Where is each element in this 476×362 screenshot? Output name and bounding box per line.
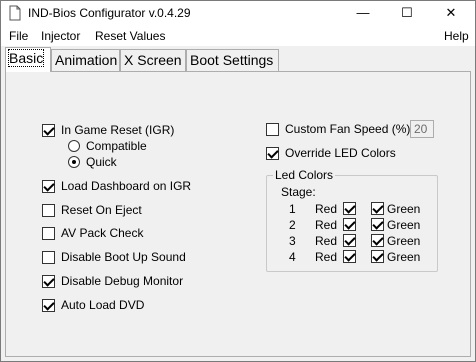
disable-boot-sound-label: Disable Boot Up Sound: [61, 250, 186, 264]
igr-compatible-radio[interactable]: Compatible: [68, 138, 147, 154]
override-led-label: Override LED Colors: [285, 146, 396, 160]
red-label: Red: [315, 250, 338, 264]
disable-debug-monitor-label: Disable Debug Monitor: [61, 274, 184, 288]
igr-checkbox[interactable]: In Game Reset (IGR): [42, 122, 174, 138]
load-dashboard-box[interactable]: [42, 179, 55, 193]
tab-boot-settings-label: Boot Settings: [190, 52, 274, 68]
disable-debug-monitor-checkbox[interactable]: Disable Debug Monitor: [42, 273, 183, 289]
stage1-green-checkbox[interactable]: [371, 202, 384, 215]
auto-load-dvd-checkbox[interactable]: Auto Load DVD: [42, 297, 144, 313]
tab-basic-label: Basic: [7, 49, 45, 67]
custom-fan-speed-box[interactable]: [266, 122, 279, 136]
basic-tab-panel: In Game Reset (IGR) Compatible Quick Loa…: [5, 71, 471, 357]
fan-speed-input[interactable]: [410, 120, 434, 138]
auto-load-dvd-label: Auto Load DVD: [61, 298, 145, 312]
stage3-green-checkbox[interactable]: [371, 234, 384, 247]
tab-strip: Basic Animation X Screen Boot Settings: [1, 46, 475, 72]
disable-boot-sound-checkbox[interactable]: Disable Boot Up Sound: [42, 249, 186, 265]
stage4-green-checkbox[interactable]: [371, 250, 384, 263]
red-label: Red: [315, 234, 338, 248]
reset-on-eject-label: Reset On Eject: [61, 203, 142, 217]
override-led-checkbox[interactable]: Override LED Colors: [266, 145, 396, 161]
tab-x-screen[interactable]: X Screen: [120, 49, 186, 71]
stage-number: 1: [289, 202, 296, 216]
load-dashboard-label: Load Dashboard on IGR: [61, 179, 192, 193]
compatible-label: Compatible: [86, 139, 147, 153]
led-colors-group: Led Colors Stage: 1 Red Green 2 Red Gree…: [266, 168, 438, 272]
led-colors-title: Led Colors: [273, 168, 336, 182]
stage4-red-checkbox[interactable]: [343, 250, 356, 263]
load-dashboard-checkbox[interactable]: Load Dashboard on IGR: [42, 178, 191, 194]
auto-load-dvd-box[interactable]: [42, 298, 55, 312]
stage2-red-checkbox[interactable]: [343, 218, 356, 231]
app-window: IND-Bios Configurator v.0.4.29 — ☐ ✕ Fil…: [0, 0, 476, 362]
window-title: IND-Bios Configurator v.0.4.29: [28, 6, 191, 20]
menu-injector[interactable]: Injector: [41, 29, 80, 43]
green-label: Green: [387, 202, 421, 216]
quick-label: Quick: [86, 155, 117, 169]
compatible-radio-dot[interactable]: [68, 140, 80, 152]
stage-number: 4: [289, 250, 296, 264]
igr-quick-radio[interactable]: Quick: [68, 154, 117, 170]
menu-help[interactable]: Help: [444, 29, 469, 43]
menu-file[interactable]: File: [9, 29, 28, 43]
av-pack-check-label: AV Pack Check: [61, 226, 144, 240]
reset-on-eject-box[interactable]: [42, 203, 55, 217]
red-label: Red: [315, 218, 338, 232]
menu-bar: File Injector Reset Values Help: [1, 26, 475, 46]
av-pack-check-box[interactable]: [42, 226, 55, 240]
green-label: Green: [387, 234, 421, 248]
menu-reset-values[interactable]: Reset Values: [95, 29, 165, 43]
red-label: Red: [315, 202, 338, 216]
green-label: Green: [387, 250, 421, 264]
quick-radio-dot[interactable]: [68, 156, 80, 168]
stage1-red-checkbox[interactable]: [343, 202, 356, 215]
stage2-green-checkbox[interactable]: [371, 218, 384, 231]
tab-x-screen-label: X Screen: [124, 52, 182, 68]
disable-debug-monitor-box[interactable]: [42, 274, 55, 288]
tab-boot-settings[interactable]: Boot Settings: [186, 49, 279, 71]
tab-basic[interactable]: Basic: [5, 47, 51, 72]
tab-animation[interactable]: Animation: [51, 49, 120, 71]
av-pack-check-checkbox[interactable]: AV Pack Check: [42, 225, 143, 241]
stage-label: Stage:: [281, 185, 316, 199]
file-icon: [9, 5, 21, 21]
custom-fan-speed-label: Custom Fan Speed (%): [285, 122, 411, 136]
stage-number: 2: [289, 218, 296, 232]
green-label: Green: [387, 218, 421, 232]
close-button[interactable]: ✕: [429, 1, 473, 26]
stage3-red-checkbox[interactable]: [343, 234, 356, 247]
stage-number: 3: [289, 234, 296, 248]
igr-box[interactable]: [42, 123, 55, 137]
maximize-button[interactable]: ☐: [385, 1, 429, 26]
title-bar: IND-Bios Configurator v.0.4.29 — ☐ ✕: [1, 1, 475, 26]
igr-label: In Game Reset (IGR): [61, 123, 175, 137]
custom-fan-speed-checkbox[interactable]: Custom Fan Speed (%): [266, 121, 410, 137]
disable-boot-sound-box[interactable]: [42, 250, 55, 264]
reset-on-eject-checkbox[interactable]: Reset On Eject: [42, 202, 142, 218]
tab-animation-label: Animation: [55, 52, 118, 68]
override-led-box[interactable]: [266, 146, 279, 160]
minimize-button[interactable]: —: [341, 1, 385, 26]
